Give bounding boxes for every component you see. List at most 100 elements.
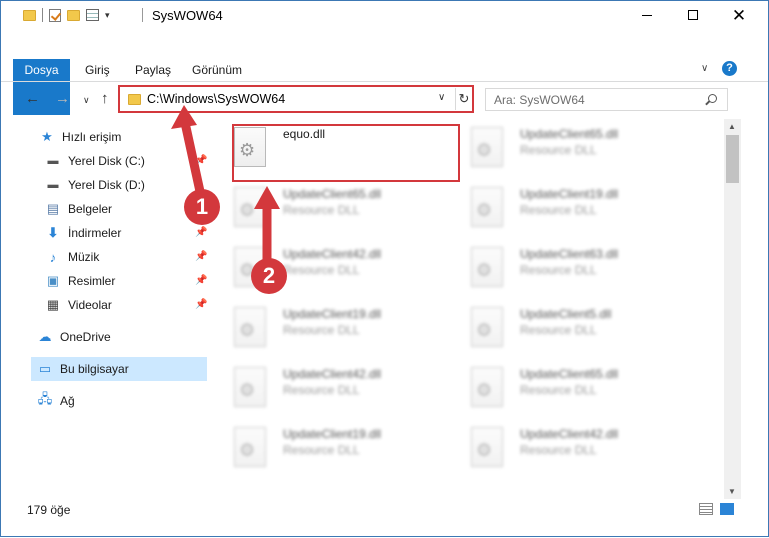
sidebar-item-network[interactable]: 🖧 Ağ bbox=[37, 389, 75, 413]
file-item[interactable]: UpdateClient42.dll Resource DLL bbox=[216, 359, 441, 415]
file-name: UpdateClient19.dll bbox=[520, 187, 619, 201]
up-button[interactable]: ↑ bbox=[101, 90, 109, 107]
file-type: Resource DLL bbox=[283, 323, 360, 337]
file-item[interactable]: UpdateClient42.dll Resource DLL bbox=[216, 239, 441, 295]
file-type: Resource DLL bbox=[283, 203, 360, 217]
address-history-chevron-icon[interactable]: ∨ bbox=[438, 92, 445, 103]
sidebar-item-videos[interactable]: ▦ Videolar bbox=[45, 293, 112, 317]
address-path[interactable]: C:\Windows\SysWOW64 bbox=[147, 92, 285, 106]
ribbon-divider bbox=[1, 81, 768, 82]
tab-giris[interactable]: Giriş bbox=[85, 59, 110, 81]
folder-icon[interactable] bbox=[23, 9, 36, 21]
dll-file-icon bbox=[234, 427, 266, 467]
properties-icon[interactable] bbox=[86, 9, 99, 21]
address-bar[interactable]: C:\Windows\SysWOW64 ∨ ↻ bbox=[118, 85, 474, 113]
pin-icon[interactable]: 📌 bbox=[195, 251, 207, 262]
documents-icon: ▤ bbox=[46, 201, 60, 216]
sidebar-item-pictures[interactable]: ▣ Resimler bbox=[45, 269, 116, 293]
computer-icon: ▭ bbox=[38, 361, 52, 376]
file-type: Resource DLL bbox=[520, 203, 597, 217]
scroll-thumb[interactable] bbox=[726, 135, 739, 183]
sidebar-item-onedrive[interactable]: ☁ OneDrive bbox=[37, 325, 111, 349]
search-icon[interactable] bbox=[708, 94, 717, 103]
forward-button[interactable]: → bbox=[55, 90, 70, 107]
sidebar-item-music[interactable]: ♪ Müzik bbox=[45, 245, 100, 269]
scroll-up-icon[interactable]: ▲ bbox=[728, 122, 736, 131]
help-button[interactable]: ? bbox=[722, 61, 737, 76]
pin-icon[interactable]: 📌 bbox=[195, 227, 207, 238]
sidebar-item-this-pc[interactable]: ▭ Bu bilgisayar bbox=[31, 357, 207, 381]
sidebar-item-downloads[interactable]: ⬇ İndirmeler bbox=[45, 221, 122, 245]
tab-paylas[interactable]: Paylaş bbox=[135, 59, 171, 81]
customize-toolbar-chevron-icon[interactable]: ▾ bbox=[105, 10, 110, 21]
large-icons-view-icon[interactable] bbox=[720, 503, 734, 515]
file-type: Resource DLL bbox=[520, 263, 597, 277]
sidebar-item-label: İndirmeler bbox=[68, 226, 122, 240]
close-button[interactable]: ✕ bbox=[716, 1, 762, 29]
recent-locations-chevron-icon[interactable]: ∨ bbox=[83, 95, 90, 106]
sidebar-item-local-disk-c[interactable]: ▬ Yerel Disk (C:) bbox=[45, 149, 145, 173]
back-button[interactable]: ← bbox=[25, 90, 40, 107]
sidebar-item-label: Yerel Disk (D:) bbox=[68, 178, 145, 192]
window-title: SysWOW64 bbox=[152, 8, 223, 23]
status-item-count: 179 öğe bbox=[27, 503, 71, 517]
dll-file-icon bbox=[471, 127, 503, 167]
file-name: UpdateClient63.dll bbox=[520, 247, 619, 261]
drive-icon: ▬ bbox=[47, 179, 59, 191]
video-icon: ▦ bbox=[46, 297, 60, 312]
ribbon-expand-chevron-icon[interactable]: ∨ bbox=[701, 63, 708, 74]
file-type: Resource DLL bbox=[283, 263, 360, 277]
title-divider bbox=[142, 8, 143, 22]
details-view-icon[interactable] bbox=[699, 503, 713, 515]
highlight-box bbox=[232, 124, 460, 182]
file-item[interactable]: UpdateClient42.dll Resource DLL bbox=[453, 419, 678, 475]
file-item[interactable]: UpdateClient65.dll Resource DLL bbox=[453, 119, 678, 175]
maximize-button[interactable] bbox=[670, 1, 716, 29]
file-item[interactable]: UpdateClient63.dll Resource DLL bbox=[453, 239, 678, 295]
file-item[interactable]: UpdateClient65.dll Resource DLL bbox=[216, 179, 441, 235]
file-type: Resource DLL bbox=[520, 323, 597, 337]
file-name: UpdateClient42.dll bbox=[520, 427, 619, 441]
dll-file-icon bbox=[234, 187, 266, 227]
properties-check-icon[interactable] bbox=[49, 8, 61, 22]
dll-file-icon bbox=[234, 367, 266, 407]
file-type: Resource DLL bbox=[520, 143, 597, 157]
file-item[interactable]: UpdateClient19.dll Resource DLL bbox=[453, 179, 678, 235]
file-type: Resource DLL bbox=[283, 443, 360, 457]
sidebar-item-documents[interactable]: ▤ Belgeler bbox=[45, 197, 112, 221]
search-placeholder[interactable]: Ara: SysWOW64 bbox=[494, 93, 585, 107]
sidebar-item-label: Belgeler bbox=[68, 202, 113, 216]
file-name: UpdateClient65.dll bbox=[520, 127, 619, 141]
pin-icon[interactable]: 📌 bbox=[195, 299, 207, 310]
file-item[interactable]: UpdateClient19.dll Resource DLL bbox=[216, 299, 441, 355]
music-icon: ♪ bbox=[49, 249, 57, 265]
network-icon: 🖧 bbox=[37, 391, 53, 406]
pin-icon[interactable]: 📌 bbox=[195, 155, 207, 166]
sidebar-item-label: Yerel Disk (C:) bbox=[68, 154, 145, 168]
file-item[interactable]: UpdateClient19.dll Resource DLL bbox=[216, 419, 441, 475]
scroll-down-icon[interactable]: ▼ bbox=[728, 487, 736, 496]
minimize-button[interactable] bbox=[624, 1, 670, 29]
close-icon: ✕ bbox=[731, 5, 747, 25]
search-box[interactable]: Ara: SysWOW64 bbox=[485, 88, 728, 111]
toolbar-divider bbox=[42, 8, 43, 22]
file-item[interactable]: UpdateClient5.dll Resource DLL bbox=[453, 299, 678, 355]
sidebar-item-local-disk-d[interactable]: ▬ Yerel Disk (D:) bbox=[45, 173, 145, 197]
navigation-pane: ★ Hızlı erişim ▬ Yerel Disk (C:) 📌 ▬ Yer… bbox=[1, 119, 211, 499]
file-item[interactable]: UpdateClient65.dll Resource DLL bbox=[453, 359, 678, 415]
sidebar-item-label: Resimler bbox=[68, 274, 116, 288]
sidebar-item-label: Hızlı erişim bbox=[62, 130, 122, 144]
file-type: Resource DLL bbox=[283, 383, 360, 397]
explorer-window: ▾ SysWOW64 ✕ Dosya Giriş Paylaş Görünüm … bbox=[0, 0, 769, 537]
pin-icon[interactable]: 📌 bbox=[195, 275, 207, 286]
minimize-icon bbox=[642, 14, 652, 16]
sidebar-item-label: Müzik bbox=[68, 250, 100, 264]
vertical-scrollbar[interactable]: ▲ ▼ bbox=[724, 119, 741, 499]
refresh-button[interactable]: ↻ bbox=[455, 88, 472, 110]
step-2-badge: 2 bbox=[251, 258, 287, 294]
cloud-icon: ☁ bbox=[38, 329, 52, 344]
tab-gorunum[interactable]: Görünüm bbox=[192, 59, 242, 81]
sidebar-item-quick-access[interactable]: ★ Hızlı erişim bbox=[39, 125, 121, 149]
folder-icon bbox=[128, 94, 141, 105]
new-folder-icon[interactable] bbox=[67, 9, 80, 21]
